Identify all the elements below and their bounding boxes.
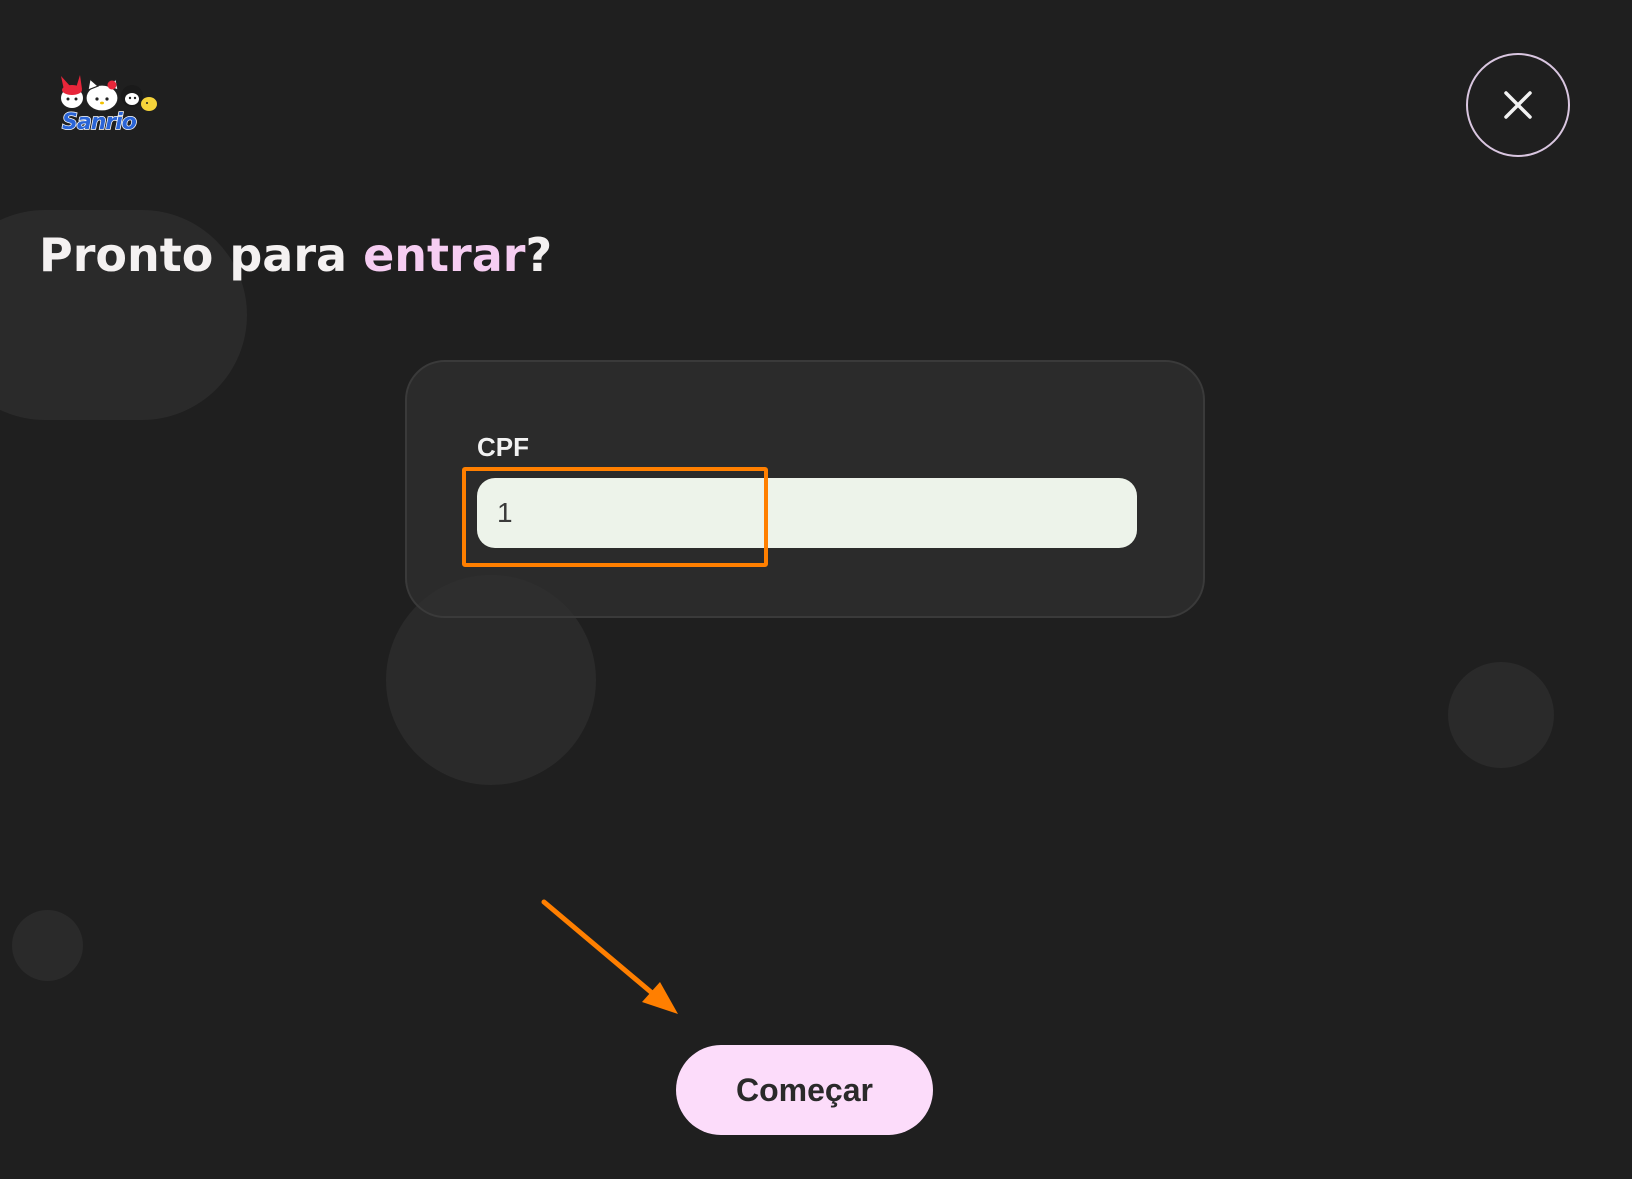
cpf-input[interactable] bbox=[477, 478, 1137, 548]
close-button[interactable] bbox=[1466, 53, 1570, 157]
sanrio-logo: Sanrio bbox=[48, 74, 160, 144]
close-icon bbox=[1504, 91, 1532, 119]
login-screen: Sanrio Pronto para entrar? CPF Começar bbox=[0, 0, 1632, 1179]
annotation-arrow-icon bbox=[541, 899, 678, 1014]
background-circle bbox=[1448, 662, 1554, 768]
cpf-label: CPF bbox=[477, 432, 529, 462]
background-circle bbox=[12, 910, 83, 981]
title-accent-text: entrar bbox=[363, 228, 526, 282]
title-question-mark: ? bbox=[525, 228, 553, 282]
title-text: Pronto para bbox=[39, 228, 364, 282]
cpf-card: CPF bbox=[405, 360, 1205, 618]
page-title: Pronto para entrar? bbox=[39, 228, 552, 282]
start-button[interactable]: Começar bbox=[676, 1045, 933, 1135]
logo-wordmark: Sanrio bbox=[61, 109, 137, 136]
